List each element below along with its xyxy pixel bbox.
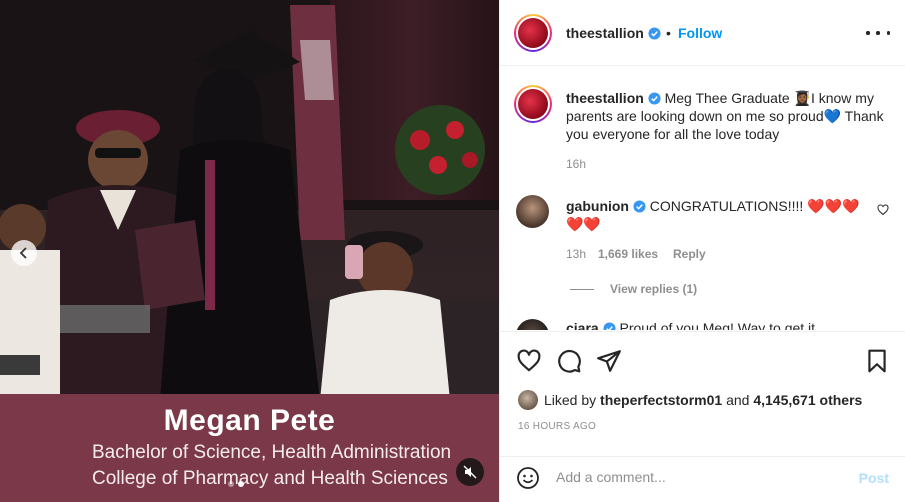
caption-username[interactable]: theestallion <box>566 90 644 106</box>
muted-speaker-icon <box>463 465 477 479</box>
author-username[interactable]: theestallion <box>566 25 661 41</box>
likes-summary: Liked by theperfectstorm01 and 4,145,671… <box>518 390 862 410</box>
separator-dot: • <box>666 25 671 41</box>
carousel-dot <box>228 481 234 487</box>
comment-likes[interactable]: 1,669 likes <box>598 247 658 261</box>
emoji-icon[interactable] <box>516 466 540 490</box>
caption: theestallion Meg Thee Graduate 👩🏾‍🎓I kno… <box>566 89 892 143</box>
post-timestamp[interactable]: 16 HOURS AGO <box>518 421 596 432</box>
verified-badge-icon <box>648 92 661 105</box>
degree-text: Bachelor of Science, Health Administrati… <box>92 442 452 463</box>
verified-badge-icon <box>603 322 616 330</box>
liker-username[interactable]: theperfectstorm01 <box>600 392 722 408</box>
chevron-left-icon <box>19 247 27 259</box>
comments-section: theestallion Meg Thee Graduate 👩🏾‍🎓I kno… <box>500 67 905 330</box>
comment-input[interactable] <box>556 469 836 485</box>
post-sidebar: theestallion • Follow theestallion Meg T… <box>499 0 905 502</box>
comment-time: 13h <box>566 247 587 261</box>
heart-icon[interactable] <box>516 348 542 374</box>
post-header: theestallion • Follow <box>500 0 905 66</box>
caption-avatar[interactable] <box>514 85 552 123</box>
view-replies-button[interactable]: View replies (1) <box>570 282 697 296</box>
graduate-name: Megan Pete <box>163 404 336 437</box>
share-icon[interactable] <box>596 348 622 374</box>
commenter-avatar[interactable] <box>516 195 549 228</box>
previous-slide-button[interactable] <box>11 240 37 266</box>
action-bar: Liked by theperfectstorm01 and 4,145,671… <box>500 331 905 456</box>
liker-avatar[interactable] <box>518 390 538 410</box>
carousel-dot-active <box>238 481 244 487</box>
add-comment-bar: Post <box>500 456 905 502</box>
reply-button[interactable]: Reply <box>673 247 706 261</box>
carousel-indicator <box>228 481 244 487</box>
comment: gabunion CONGRATULATIONS!!!! ❤️❤️❤️❤️❤️ <box>566 197 872 233</box>
likes-count[interactable]: 4,145,671 others <box>753 392 862 408</box>
comment-username[interactable]: ciara <box>566 320 599 330</box>
verified-badge-icon <box>648 27 661 40</box>
college-text: College of Pharmacy and Health Sciences <box>92 468 448 489</box>
comment-text: Proud of you Meg! Way to get it <box>619 320 816 330</box>
author-avatar[interactable] <box>514 14 552 52</box>
comment-icon[interactable] <box>556 348 582 374</box>
bookmark-icon[interactable] <box>864 348 890 374</box>
caption-time: 16h <box>566 157 587 171</box>
post-comment-button[interactable]: Post <box>859 470 889 486</box>
comment-like-icon[interactable] <box>877 204 889 216</box>
comment: ciara Proud of you Meg! Way to get it <box>566 320 815 330</box>
mute-button[interactable] <box>456 458 484 486</box>
comment-username[interactable]: gabunion <box>566 198 629 214</box>
commenter-avatar[interactable] <box>516 319 549 330</box>
name-banner: Megan Pete Bachelor of Science, Health A… <box>0 394 499 502</box>
more-options-icon[interactable] <box>866 24 890 42</box>
verified-badge-icon <box>633 200 646 213</box>
follow-button[interactable]: Follow <box>678 25 722 41</box>
post-media[interactable]: Megan Pete Bachelor of Science, Health A… <box>0 0 499 502</box>
